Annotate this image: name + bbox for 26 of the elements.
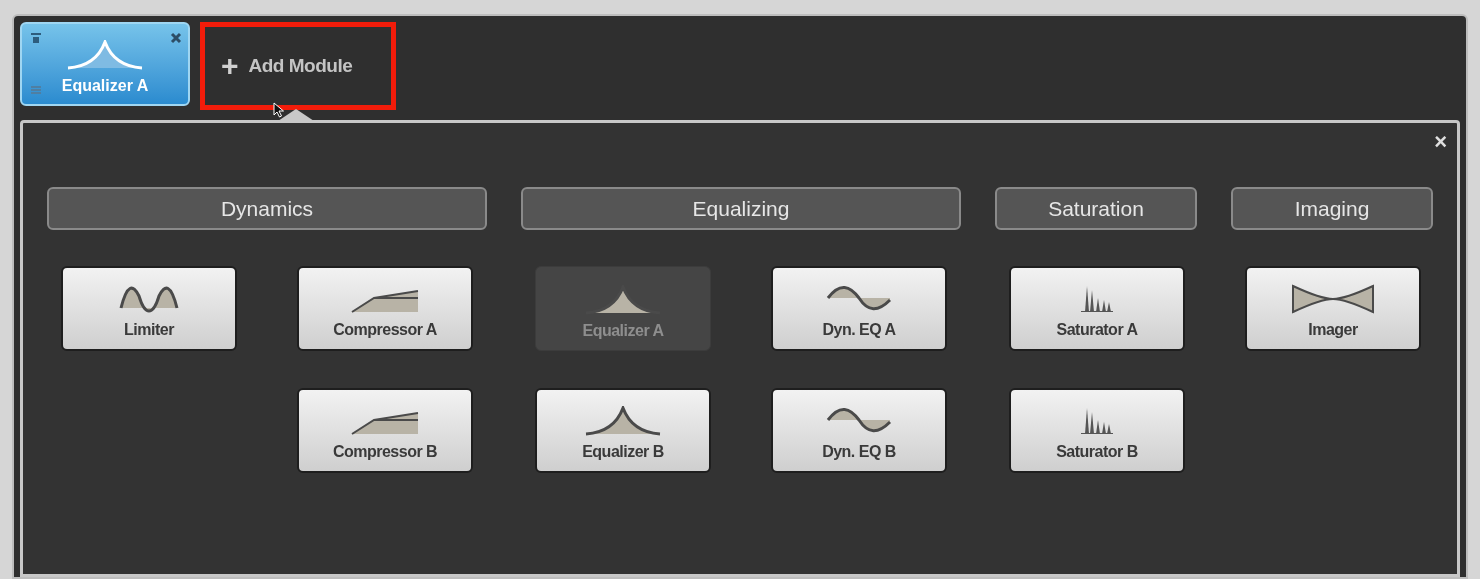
module-button[interactable]: Compressor A <box>297 266 473 351</box>
module-button[interactable]: Imager <box>1245 266 1421 351</box>
add-module-button[interactable]: + Add Module <box>200 22 396 110</box>
ramp-curve-icon <box>350 410 420 436</box>
peak-curve-icon <box>584 285 662 315</box>
ramp-curve-icon <box>350 288 420 314</box>
category-header: Saturation <box>995 187 1197 230</box>
module-button[interactable]: Dyn. EQ A <box>771 266 947 351</box>
bowtie-icon <box>1291 284 1375 314</box>
category-header: Dynamics <box>47 187 487 230</box>
close-icon[interactable] <box>170 32 182 44</box>
pin-icon[interactable] <box>30 32 42 44</box>
close-button[interactable]: × <box>1434 131 1447 153</box>
module-button[interactable]: Saturator B <box>1009 388 1185 473</box>
module-button[interactable]: Equalizer B <box>535 388 711 473</box>
category-header: Imaging <box>1231 187 1433 230</box>
module-button[interactable]: Saturator A <box>1009 266 1185 351</box>
sine-wave-icon <box>119 284 179 314</box>
module-button[interactable]: Dyn. EQ B <box>771 388 947 473</box>
module-button[interactable]: Compressor B <box>297 388 473 473</box>
peak-curve-icon <box>66 40 144 70</box>
category-header: Equalizing <box>521 187 961 230</box>
pointer-icon <box>273 102 285 118</box>
peak-curve-icon <box>584 406 662 436</box>
module-button[interactable]: Limiter <box>61 266 237 351</box>
drag-handle-icon[interactable] <box>30 84 42 96</box>
